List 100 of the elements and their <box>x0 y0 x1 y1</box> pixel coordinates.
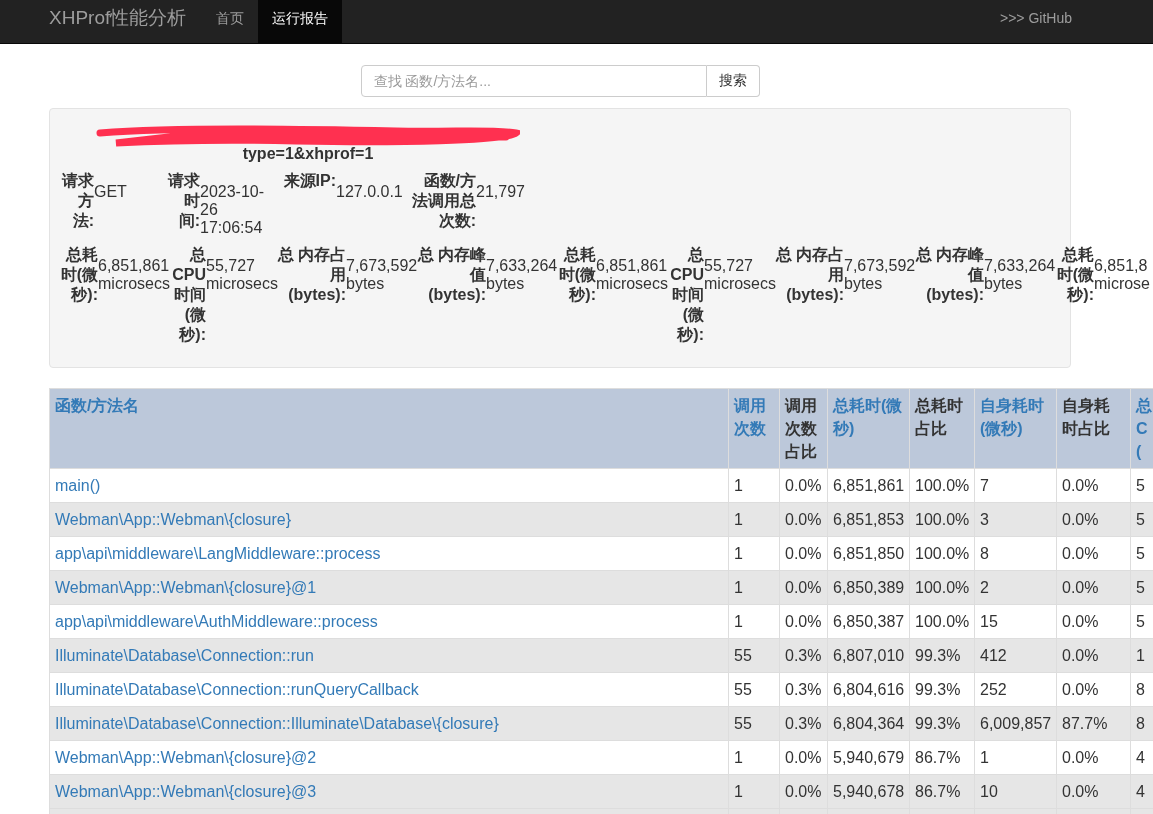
stat-value: 21,797 <box>476 182 526 200</box>
stat-label: 总 内存占用(bytes): <box>277 245 346 305</box>
table-cell: 6,804,616 <box>833 680 905 698</box>
column-header[interactable]: 函数/方法名 <box>49 388 729 469</box>
request-url: type=1&xhprof=1 <box>242 145 374 162</box>
github-link[interactable]: >>> GitHub <box>1000 0 1072 43</box>
stat-value: GET <box>94 183 128 200</box>
table-cell: 86.7% <box>915 782 961 800</box>
function-link[interactable]: Illuminate\Database\Connection::run <box>55 646 314 664</box>
stat-label: 来源IP: <box>282 171 336 191</box>
table-cell: 8 <box>1136 714 1145 732</box>
table-cell: 4 <box>1136 748 1145 766</box>
stat-value: 55,727 microsecs <box>206 257 276 293</box>
table-cell: 252 <box>980 680 1007 698</box>
table-cell: 8 <box>980 544 989 562</box>
table-cell: 7 <box>980 476 989 494</box>
table-cell: 99.3% <box>915 714 961 732</box>
function-link[interactable]: Webman\App::Webman\{closure} <box>55 510 291 528</box>
table-cell: 100.0% <box>915 612 970 630</box>
table-cell: 1 <box>734 544 743 562</box>
table-cell: 6,850,389 <box>833 578 905 596</box>
table-cell: 5,940,679 <box>833 748 905 766</box>
table-cell: 0.3% <box>785 680 822 698</box>
table-cell: 99.3% <box>915 646 961 664</box>
search-field[interactable]: 查找 函数/方法名... <box>360 65 707 97</box>
stat-label: 总CPU时间(微秒): <box>669 245 704 345</box>
table-cell: 0.0% <box>1062 612 1099 630</box>
stat-label: 请求方法: <box>60 171 94 231</box>
table-cell: 55 <box>734 714 752 732</box>
column-header[interactable]: 自身耗时(微秒) <box>974 388 1057 469</box>
table-cell: 0.3% <box>785 714 822 732</box>
table-cell: 1 <box>734 612 743 630</box>
table-cell: 86.7% <box>915 748 961 766</box>
nav-link[interactable]: 运行报告 <box>258 0 343 43</box>
table-cell: 1 <box>980 748 989 766</box>
stat-label: 总耗时(微秒): <box>557 245 596 305</box>
function-link[interactable]: Webman\App::Webman\{closure}@1 <box>55 578 317 596</box>
search-button[interactable]: 搜索 <box>706 65 760 97</box>
table-cell: 100.0% <box>915 476 970 494</box>
table-cell: 55 <box>734 646 752 664</box>
column-header[interactable]: 总C( <box>1130 388 1153 469</box>
table-cell: 6,807,010 <box>833 646 905 664</box>
stat-value: 7,673,592 bytes <box>346 257 416 293</box>
table-cell: 0.0% <box>785 612 822 630</box>
function-link[interactable]: Webman\App::Webman\{closure}@2 <box>55 748 317 766</box>
table-cell: 0.0% <box>1062 544 1099 562</box>
stat-label: 总耗时(微秒): <box>59 245 98 305</box>
table-cell: 100.0% <box>915 578 970 596</box>
table-cell: 0.0% <box>1062 748 1099 766</box>
table-cell: 5 <box>1136 578 1145 596</box>
table-cell: 6,851,853 <box>833 510 905 528</box>
stat-label: 总耗时(微秒): <box>1055 245 1094 305</box>
stat-value: 7,673,592 bytes <box>844 257 914 293</box>
table-cell: 0.0% <box>1062 578 1099 596</box>
function-link[interactable]: Webman\App::Webman\{closure}@3 <box>55 782 317 800</box>
stat-label: 总 内存占用(bytes): <box>775 245 844 305</box>
table-cell: 8 <box>1136 680 1145 698</box>
table-cell: 100.0% <box>915 510 970 528</box>
table-cell: 0.0% <box>785 748 822 766</box>
table-cell: 5 <box>1136 544 1145 562</box>
function-link[interactable]: main() <box>55 476 101 494</box>
table-cell: 0.0% <box>1062 646 1099 664</box>
column-header[interactable]: 总耗时(微秒) <box>827 388 910 469</box>
table-cell: 6,009,857 <box>980 714 1052 732</box>
stat-value: 127.0.0.1 <box>336 182 404 201</box>
stat-label: 请求时间: <box>166 171 200 231</box>
stat-value: 7,633,264 bytes <box>984 257 1054 293</box>
table-cell: 5 <box>1136 510 1145 528</box>
table-cell: 0.3% <box>785 646 822 664</box>
table-cell: 0.0% <box>785 510 822 528</box>
stat-label: 总CPU时间(微秒): <box>171 245 206 345</box>
table-cell: 0.0% <box>785 578 822 596</box>
table-cell: 99.3% <box>915 680 961 698</box>
brand-title[interactable]: XHProf性能分析 <box>49 0 187 43</box>
table-cell: 412 <box>980 646 1007 664</box>
table-cell: 6,804,364 <box>833 714 905 732</box>
stat-label: 函数/方法调用总次数: <box>411 171 476 231</box>
stat-value: 7,633,264 bytes <box>486 257 556 293</box>
table-cell: 5,940,678 <box>833 782 905 800</box>
table-cell: 6,851,850 <box>833 544 905 562</box>
column-header[interactable]: 调用次数 <box>728 388 780 469</box>
table-cell: 0.0% <box>785 782 822 800</box>
table-cell: 0.0% <box>1062 782 1099 800</box>
stat-value: 6,851,861 microsecs <box>596 257 666 293</box>
column-header: 调用次数占比 <box>779 388 828 469</box>
stat-value: 6,851,861 microsecs <box>98 257 168 293</box>
table-cell: 10 <box>980 782 998 800</box>
table-cell: 55 <box>734 680 752 698</box>
table-cell: 0.0% <box>785 476 822 494</box>
table-cell: 6,851,861 <box>833 476 905 494</box>
nav-link[interactable]: 首页 <box>202 0 259 43</box>
stat-label: 总 内存峰值(bytes): <box>417 245 486 305</box>
table-cell: 100.0% <box>915 544 970 562</box>
table-cell: 15 <box>980 612 998 630</box>
table-cell: 3 <box>980 510 989 528</box>
stat-label: 总 内存峰值(bytes): <box>915 245 984 305</box>
table-cell: 5 <box>1136 476 1145 494</box>
table-cell: 87.7% <box>1062 714 1108 732</box>
stat-value: 6,851,8 microse <box>1094 257 1151 293</box>
column-header: 总耗时占比 <box>909 388 975 469</box>
